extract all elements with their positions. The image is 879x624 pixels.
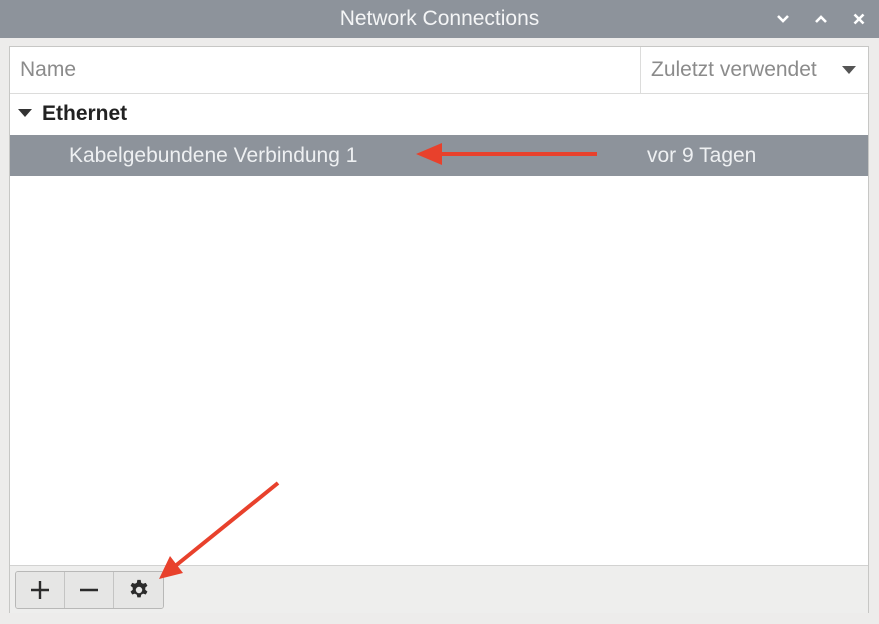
- network-connections-window: Network Connections Name Zuletzt verwend…: [0, 0, 879, 624]
- connection-last-used: vor 9 Tagen: [647, 144, 757, 167]
- gear-icon: [130, 579, 147, 598]
- connection-row[interactable]: Kabelgebundene Verbindung 1 vor 9 Tagen: [10, 135, 868, 176]
- close-icon: [853, 13, 865, 25]
- minimize-button[interactable]: [772, 8, 794, 30]
- group-label: Ethernet: [42, 102, 128, 125]
- expander-triangle-icon[interactable]: [18, 109, 32, 118]
- close-button[interactable]: [848, 8, 870, 30]
- toolbar-button-group: [15, 571, 164, 609]
- list-header: Name Zuletzt verwendet: [10, 47, 868, 94]
- minus-icon: [80, 588, 98, 592]
- connection-name: Kabelgebundene Verbindung 1: [69, 144, 358, 167]
- sort-descending-icon: [842, 66, 856, 74]
- chevron-down-icon: [777, 15, 789, 23]
- plus-icon: [31, 581, 49, 599]
- window-title: Network Connections: [339, 7, 540, 30]
- edit-connection-button[interactable]: [114, 572, 163, 608]
- connections-panel: Name Zuletzt verwendet Ethernet Kabelgeb…: [9, 46, 869, 613]
- remove-connection-button[interactable]: [65, 572, 114, 608]
- bottom-toolbar: [10, 565, 868, 613]
- maximize-button[interactable]: [810, 8, 832, 30]
- chevron-up-icon: [815, 15, 827, 23]
- column-header-name[interactable]: Name: [10, 47, 640, 93]
- add-connection-button[interactable]: [16, 572, 65, 608]
- titlebar[interactable]: Network Connections: [0, 0, 879, 38]
- column-header-last-used-label: Zuletzt verwendet: [651, 58, 817, 81]
- column-header-last-used[interactable]: Zuletzt verwendet: [640, 47, 868, 93]
- group-row-ethernet[interactable]: Ethernet: [10, 93, 868, 135]
